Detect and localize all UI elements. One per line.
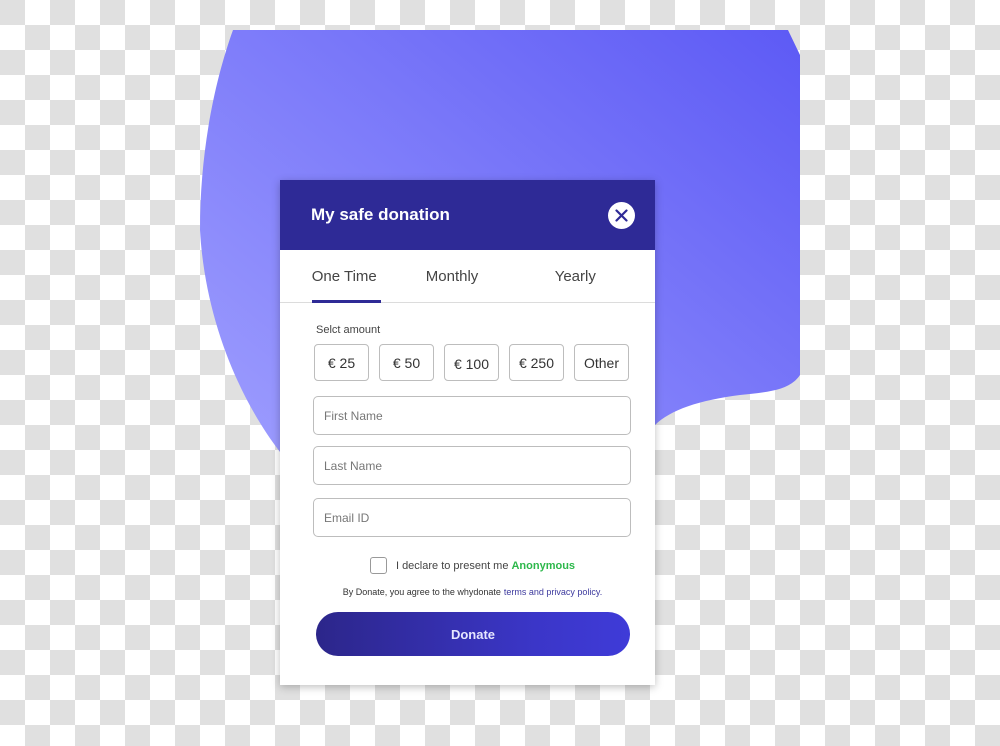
email-input[interactable] (313, 498, 631, 537)
amount-100-button[interactable]: € 100 (444, 344, 499, 381)
first-name-input[interactable] (313, 396, 631, 435)
last-name-input[interactable] (313, 446, 631, 485)
amount-options: € 25 € 50 € 100 € 250 Other (314, 344, 631, 381)
amount-50-button[interactable]: € 50 (379, 344, 434, 381)
close-button[interactable] (608, 201, 635, 229)
tab-one-time[interactable]: One Time (280, 250, 409, 303)
dialog-header: My safe donation (280, 180, 655, 250)
tab-monthly[interactable]: Monthly (409, 250, 496, 302)
terms-notice: By Donate, you agree to the whydonate ter… (314, 587, 631, 597)
anonymous-highlight: Anonymous (511, 559, 576, 572)
tab-yearly[interactable]: Yearly (496, 250, 655, 302)
donate-button[interactable]: Donate (316, 612, 630, 656)
terms-link[interactable]: terms and privacy policy. (504, 587, 602, 597)
declaration-text: I declare to present me (395, 559, 509, 572)
anonymous-checkbox[interactable] (369, 557, 387, 574)
terms-prefix: By Donate, you agree to the whydonate (342, 587, 501, 597)
amount-25-button[interactable]: € 25 (314, 344, 369, 381)
anonymous-declaration: I declare to present me Anonymous (314, 557, 631, 574)
select-amount-label: Selct amount (316, 324, 381, 336)
frequency-tabs: One Time Monthly Yearly (280, 250, 655, 303)
donation-dialog: My safe donation One Time Monthly Yearly… (280, 180, 655, 685)
amount-250-button[interactable]: € 250 (509, 344, 564, 381)
close-icon (615, 208, 628, 222)
amount-other-button[interactable]: Other (574, 344, 629, 381)
dialog-title: My safe donation (311, 205, 450, 224)
